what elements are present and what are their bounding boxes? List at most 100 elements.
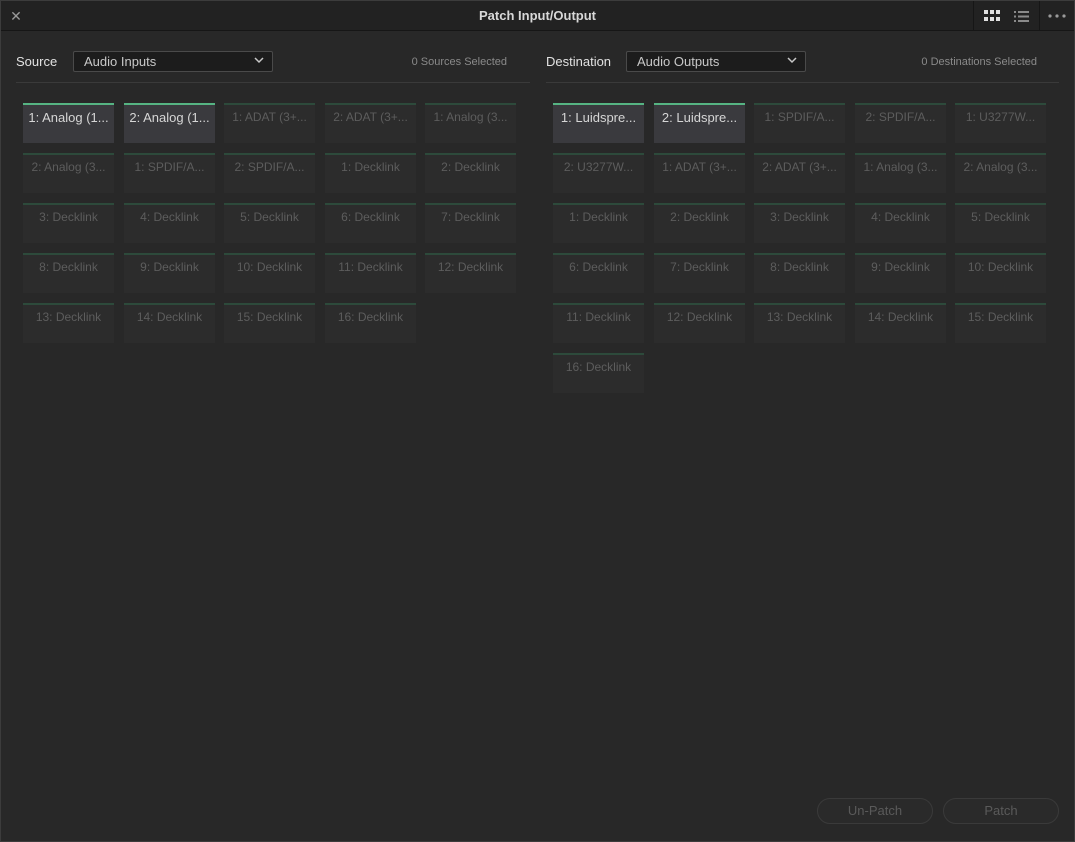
destinations-selected-count: 0 Destinations Selected xyxy=(921,56,1037,68)
destination-tile[interactable]: 2: Decklink xyxy=(654,203,745,243)
unpatch-button[interactable]: Un-Patch xyxy=(817,798,933,824)
source-tile[interactable]: 9: Decklink xyxy=(124,253,215,293)
destination-tile[interactable]: 12: Decklink xyxy=(654,303,745,343)
list-view-icon xyxy=(1013,10,1029,22)
chevron-down-icon xyxy=(787,57,797,64)
source-tile[interactable]: 8: Decklink xyxy=(23,253,114,293)
tile-label: 1: Analog (1... xyxy=(28,110,109,125)
tile-label: 16: Decklink xyxy=(565,360,632,374)
destination-tile[interactable]: 3: Decklink xyxy=(754,203,845,243)
source-tile[interactable]: 3: Decklink xyxy=(23,203,114,243)
source-tile[interactable]: 14: Decklink xyxy=(124,303,215,343)
destination-tile[interactable]: 6: Decklink xyxy=(553,253,644,293)
patch-io-window: ✕ Patch Input/Output Source Audio Inputs… xyxy=(0,0,1075,842)
destination-tile[interactable]: 1: Luidspre... xyxy=(553,103,644,143)
destination-tile[interactable]: 15: Decklink xyxy=(955,303,1046,343)
tile-label: 10: Decklink xyxy=(967,260,1034,274)
grid-view-icon xyxy=(983,10,1000,21)
tile-label: 6: Decklink xyxy=(341,210,400,224)
destination-tile[interactable]: 13: Decklink xyxy=(754,303,845,343)
destination-tile[interactable]: 1: ADAT (3+... xyxy=(654,153,745,193)
source-tile[interactable]: 11: Decklink xyxy=(325,253,416,293)
source-tile[interactable]: 2: Decklink xyxy=(425,153,516,193)
destination-tile[interactable]: 2: Analog (3... xyxy=(955,153,1046,193)
tile-label: 4: Decklink xyxy=(140,210,199,224)
tile-label: 1: ADAT (3+... xyxy=(662,160,737,174)
tile-label: 9: Decklink xyxy=(871,260,930,274)
tile-label: 15: Decklink xyxy=(967,310,1034,324)
source-tile[interactable]: 2: ADAT (3+... xyxy=(325,103,416,143)
source-tile[interactable]: 16: Decklink xyxy=(325,303,416,343)
destination-tile[interactable]: 2: SPDIF/A... xyxy=(855,103,946,143)
tile-label: 3: Decklink xyxy=(770,210,829,224)
tile-label: 2: Analog (3... xyxy=(963,160,1038,174)
tile-label: 15: Decklink xyxy=(236,310,303,324)
destination-tile[interactable]: 7: Decklink xyxy=(654,253,745,293)
destination-tile[interactable]: 1: SPDIF/A... xyxy=(754,103,845,143)
tile-label: 1: Decklink xyxy=(569,210,628,224)
source-tile[interactable]: 12: Decklink xyxy=(425,253,516,293)
source-tile[interactable]: 15: Decklink xyxy=(224,303,315,343)
source-tile[interactable]: 2: Analog (1... xyxy=(124,103,215,143)
source-tile[interactable]: 5: Decklink xyxy=(224,203,315,243)
tile-label: 2: ADAT (3+... xyxy=(333,110,408,124)
destination-tile[interactable]: 10: Decklink xyxy=(955,253,1046,293)
destination-tile[interactable]: 2: ADAT (3+... xyxy=(754,153,845,193)
window-title: Patch Input/Output xyxy=(479,8,596,23)
destination-dropdown-value: Audio Outputs xyxy=(637,54,720,69)
source-tile[interactable]: 2: SPDIF/A... xyxy=(224,153,315,193)
destination-tile[interactable]: 2: U3277W... xyxy=(553,153,644,193)
destination-divider xyxy=(546,82,1059,83)
source-tile[interactable]: 1: Decklink xyxy=(325,153,416,193)
source-tile[interactable]: 1: SPDIF/A... xyxy=(124,153,215,193)
tile-label: 12: Decklink xyxy=(437,260,504,274)
destination-label: Destination xyxy=(546,54,612,69)
tile-label: 11: Decklink xyxy=(566,310,631,324)
tile-label: 2: SPDIF/A... xyxy=(865,110,936,124)
destination-tile[interactable]: 1: Decklink xyxy=(553,203,644,243)
tile-label: 2: Decklink xyxy=(441,160,500,174)
destination-tile[interactable]: 1: Analog (3... xyxy=(855,153,946,193)
more-options-button[interactable] xyxy=(1039,1,1074,31)
tile-label: 2: Luidspre... xyxy=(661,110,738,125)
destination-tile[interactable]: 5: Decklink xyxy=(955,203,1046,243)
tile-label: 2: U3277W... xyxy=(563,160,634,174)
tile-label: 1: Decklink xyxy=(341,160,400,174)
tile-label: 7: Decklink xyxy=(670,260,729,274)
source-tile[interactable]: 6: Decklink xyxy=(325,203,416,243)
destination-tile[interactable]: 2: Luidspre... xyxy=(654,103,745,143)
source-tile[interactable]: 1: Analog (3... xyxy=(425,103,516,143)
source-dropdown[interactable]: Audio Inputs xyxy=(73,51,273,72)
destination-tile[interactable]: 4: Decklink xyxy=(855,203,946,243)
destination-dropdown[interactable]: Audio Outputs xyxy=(626,51,806,72)
title-bar: ✕ Patch Input/Output xyxy=(1,1,1074,31)
tile-label: 8: Decklink xyxy=(39,260,98,274)
source-tile[interactable]: 1: Analog (1... xyxy=(23,103,114,143)
tile-label: 9: Decklink xyxy=(140,260,199,274)
source-tile[interactable]: 7: Decklink xyxy=(425,203,516,243)
tile-label: 10: Decklink xyxy=(236,260,303,274)
source-tile[interactable]: 10: Decklink xyxy=(224,253,315,293)
source-tile[interactable]: 13: Decklink xyxy=(23,303,114,343)
tile-label: 6: Decklink xyxy=(569,260,628,274)
sources-selected-count: 0 Sources Selected xyxy=(411,56,507,68)
tile-label: 8: Decklink xyxy=(770,260,829,274)
source-tile[interactable]: 4: Decklink xyxy=(124,203,215,243)
tile-label: 13: Decklink xyxy=(35,310,102,324)
destination-tile[interactable]: 8: Decklink xyxy=(754,253,845,293)
source-tile[interactable]: 2: Analog (3... xyxy=(23,153,114,193)
destination-tile[interactable]: 1: U3277W... xyxy=(955,103,1046,143)
tile-label: 7: Decklink xyxy=(441,210,500,224)
tile-label: 1: U3277W... xyxy=(965,110,1036,124)
source-tile[interactable]: 1: ADAT (3+... xyxy=(224,103,315,143)
tile-label: 3: Decklink xyxy=(39,210,98,224)
tile-label: 5: Decklink xyxy=(240,210,299,224)
destination-tile[interactable]: 16: Decklink xyxy=(553,353,644,393)
destination-tile[interactable]: 11: Decklink xyxy=(553,303,644,343)
destination-tile[interactable]: 9: Decklink xyxy=(855,253,946,293)
destination-tile[interactable]: 14: Decklink xyxy=(855,303,946,343)
source-dropdown-value: Audio Inputs xyxy=(84,54,157,69)
tile-label: 1: Analog (3... xyxy=(433,110,508,124)
list-view-button[interactable] xyxy=(1003,1,1039,31)
patch-button[interactable]: Patch xyxy=(943,798,1059,824)
